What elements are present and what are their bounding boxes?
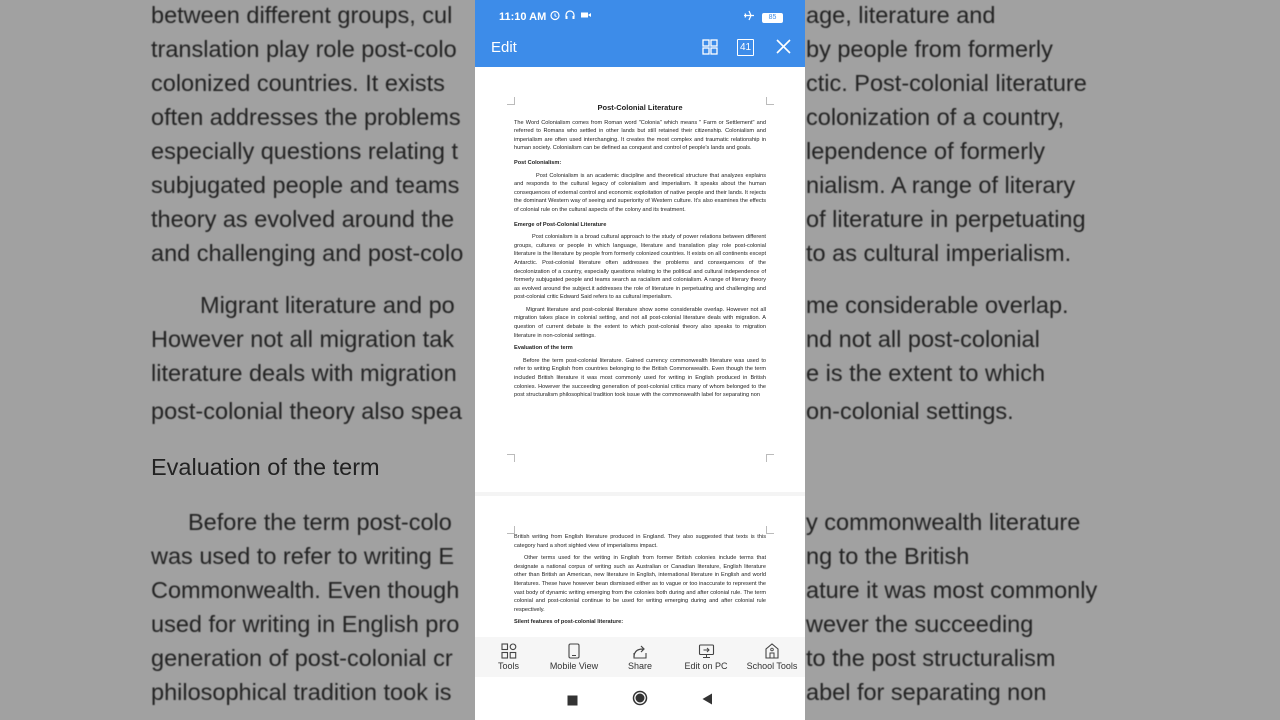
bg-line: and challenging and post-colo <box>151 240 464 266</box>
status-time: 11:10 AM <box>499 11 547 23</box>
document-page: British writing from English literature … <box>475 496 805 637</box>
bg-line: Commonwealth. Even though <box>151 577 460 603</box>
bg-line: ng to the British <box>806 543 970 569</box>
bg-line: abel for separating non <box>806 679 1047 705</box>
home-circle-icon <box>632 690 648 706</box>
square-icon <box>567 695 578 706</box>
bg-line: colonized countries. It exists <box>151 70 445 96</box>
doc-paragraph: British writing from English literature … <box>514 534 766 549</box>
app-bar: Edit 41 <box>475 34 805 67</box>
bg-line: literature deals with migration <box>151 360 457 386</box>
page-content: British writing from English literature … <box>514 533 766 627</box>
bg-line: between different groups, cul <box>151 2 453 28</box>
bg-line: philosophical tradition took is <box>151 679 452 705</box>
bg-line: Migrant literature and po <box>200 292 455 318</box>
share-button[interactable]: Share <box>622 637 658 677</box>
phone-screen: 11:10 AM 85 Edit 41 Post-Colonial Litera… <box>475 0 805 720</box>
video-icon <box>580 9 592 24</box>
bg-line: used for writing in English pro <box>151 611 460 637</box>
doc-title: Post-Colonial Literature <box>597 103 683 112</box>
bg-line: ctic. Post-colonial literature <box>806 70 1087 96</box>
page-content: Post-Colonial Literature The Word Coloni… <box>514 103 766 400</box>
bg-line: y commonwealth literature <box>806 509 1081 535</box>
bg-line: age, literature and <box>806 2 996 28</box>
edit-button[interactable]: Edit <box>491 39 517 56</box>
bg-line: subjugated people and teams <box>151 172 460 198</box>
bg-line: often addresses the problems <box>151 104 461 130</box>
page-corner-mark <box>766 97 774 105</box>
airplane-icon <box>743 9 755 24</box>
bg-line: was used to refer to writing E <box>151 543 455 569</box>
bg-line: wever the succeeding <box>806 611 1034 637</box>
headphones-icon <box>564 9 576 24</box>
bg-line: to the post structuralism <box>806 645 1056 671</box>
bg-line: e is the extent to which <box>806 360 1046 386</box>
bg-line: nd not all post-colonial <box>806 326 1040 352</box>
home-button[interactable] <box>632 690 648 711</box>
doc-paragraph: Migrant literature and post-colonial lit… <box>514 306 766 339</box>
doc-paragraph: Other terms used for the writing in Engl… <box>514 555 766 613</box>
mobile-view-label: Mobile View <box>549 661 599 671</box>
bg-line: by people from formerly <box>806 36 1053 62</box>
bg-line: to as cultural imperialism. <box>806 240 1072 266</box>
mobile-view-button[interactable]: Mobile View <box>545 637 603 677</box>
tools-icon <box>500 643 516 659</box>
battery-indicator: 85 <box>762 13 783 23</box>
doc-paragraph: Post Colonialism is an academic discipli… <box>514 172 766 213</box>
grid-view-icon[interactable] <box>702 39 718 55</box>
back-triangle-icon <box>702 693 712 705</box>
bg-line: generation of post-colonial cr <box>151 645 453 671</box>
back-button[interactable] <box>702 692 713 710</box>
document-viewer[interactable]: Post-Colonial Literature The Word Coloni… <box>475 67 805 637</box>
bg-line: of literature in perpetuating <box>806 206 1086 232</box>
system-nav-bar <box>475 677 805 720</box>
school-tools-label: School Tools <box>746 661 798 671</box>
bg-line: me considerable overlap. <box>806 292 1069 318</box>
tools-label: Tools <box>497 661 519 671</box>
share-label: Share <box>627 661 653 671</box>
page-corner-mark <box>766 526 774 534</box>
bg-line: especially questions relating t <box>151 138 458 164</box>
bottom-toolbar: Tools Mobile View Share Edit on PC Schoo… <box>475 637 805 677</box>
doc-paragraph: Before the term post-colonial literature… <box>514 357 766 399</box>
doc-heading: Post Colonialism: <box>514 159 562 166</box>
page-count-button[interactable]: 41 <box>737 39 754 56</box>
doc-paragraph: The Word Colonialism comes from Roman wo… <box>514 119 766 152</box>
bg-line: post-colonial theory also spea <box>151 398 462 424</box>
school-tools-button[interactable]: School Tools <box>743 637 801 677</box>
doc-heading: Emerge of Post-Colonial Literature <box>514 221 607 228</box>
doc-heading: Evaluation of the term <box>514 345 573 352</box>
tools-button[interactable]: Tools <box>492 637 525 677</box>
doc-heading: Silent features of post-colonial literat… <box>514 619 624 626</box>
pc-icon <box>698 644 714 658</box>
bg-line: nialism. A range of literary <box>806 172 1076 198</box>
page-corner-mark <box>766 454 774 462</box>
school-icon <box>765 643 779 659</box>
mobile-view-icon <box>568 643 580 659</box>
edit-on-pc-label: Edit on PC <box>684 661 728 671</box>
bg-line: on-colonial settings. <box>806 398 1014 424</box>
status-bar: 11:10 AM 85 <box>475 0 805 34</box>
recents-button[interactable] <box>567 693 578 711</box>
bg-line: translation play role post-colo <box>151 36 457 62</box>
doc-paragraph: Post colonialism is a broad cultural app… <box>514 234 766 301</box>
close-icon[interactable] <box>775 38 792 55</box>
page-corner-mark <box>507 454 515 462</box>
edit-on-pc-button[interactable]: Edit on PC <box>681 637 731 677</box>
alarm-icon <box>549 9 561 24</box>
bg-line: ature it was most commonly <box>806 577 1098 603</box>
bg-line: However not all migration tak <box>151 326 455 352</box>
bg-line: colonization of a country, <box>806 104 1065 130</box>
share-icon <box>633 645 647 659</box>
bg-line: lependence of formerly <box>806 138 1046 164</box>
bg-line: Before the term post-colo <box>188 509 452 535</box>
bg-line: theory as evolved around the <box>151 206 455 232</box>
document-page: Post-Colonial Literature The Word Coloni… <box>475 67 805 492</box>
bg-heading: Evaluation of the term <box>151 454 380 480</box>
